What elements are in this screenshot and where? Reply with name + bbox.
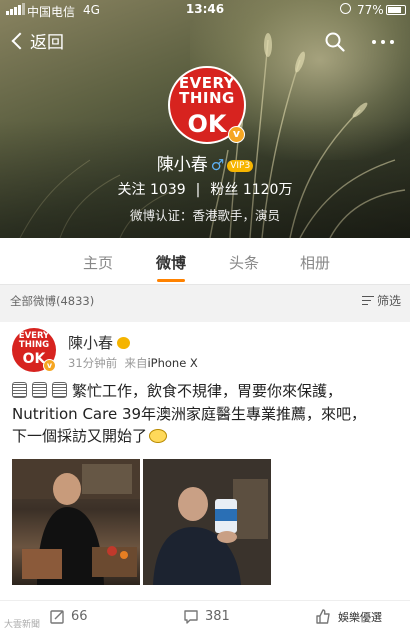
- post-count: 全部微博(4833): [10, 294, 95, 308]
- following-stat[interactable]: 关注 1039: [118, 182, 186, 198]
- watermark-left: 大雲新聞: [4, 620, 41, 630]
- avatar-text-thing: THING: [18, 340, 50, 350]
- tab-album[interactable]: 相册: [300, 252, 330, 273]
- repost-count: 66: [71, 609, 88, 624]
- profile-tabs: 主页 微博 头条 相册: [0, 238, 410, 284]
- vip-badge[interactable]: VIP3: [227, 160, 254, 172]
- microphone-emoji-icon: [52, 382, 67, 398]
- post-photo-1[interactable]: [12, 459, 140, 585]
- post-author-row: 陳小春: [68, 332, 131, 353]
- more-icon[interactable]: [372, 40, 394, 44]
- followers-count: 1120万: [242, 182, 293, 198]
- following-label: 关注: [117, 182, 146, 198]
- following-count: 1039: [150, 182, 186, 198]
- profile-name: 陳小春: [156, 155, 208, 175]
- photo-2-image: [143, 459, 271, 585]
- profile-name-row: 陳小春 ♂ VIP3: [0, 150, 410, 175]
- followers-label: 粉丝: [210, 182, 239, 198]
- back-button[interactable]: 返回: [8, 28, 64, 53]
- post-time: 31分钟前: [68, 356, 118, 370]
- chevron-left-icon: [11, 32, 29, 49]
- gender-icon: ♂: [210, 156, 225, 174]
- post-card: EVERY THING OK v 陳小春 31分钟前 来自iPhone X 繁忙…: [0, 322, 410, 632]
- back-label: 返回: [30, 33, 64, 53]
- tab-weibo[interactable]: 微博: [156, 252, 186, 273]
- verified-badge-icon: v: [228, 126, 245, 143]
- like-button[interactable]: [315, 609, 337, 624]
- certification-text: 微博认证：香港歌手，演员: [129, 208, 280, 223]
- filter-label: 筛选: [377, 294, 402, 308]
- post-actions: 大雲新聞 66 381 娛樂優選: [0, 600, 410, 632]
- battery-percent: 77%: [357, 3, 384, 17]
- thumbs-up-icon: [316, 609, 330, 624]
- tab-headlines[interactable]: 头条: [229, 252, 259, 273]
- filter-icon: [362, 295, 374, 306]
- post-text-line-3: 下一個採訪又開始了: [12, 427, 148, 445]
- post-text-line-2: Nutrition Care 39年澳洲家庭醫生專業推薦，來吧，: [12, 404, 367, 423]
- comment-icon: [184, 610, 198, 624]
- comment-count: 381: [205, 609, 230, 624]
- active-tab-indicator: [157, 279, 185, 282]
- battery-icon: [386, 5, 406, 15]
- verified-badge-icon: v: [43, 359, 56, 372]
- glasses-emoji-icon: [149, 429, 168, 443]
- followers-stat[interactable]: 粉丝 1120万: [210, 182, 292, 198]
- post-meta: 31分钟前 来自iPhone X: [68, 355, 198, 371]
- post-photo-2[interactable]: [143, 459, 271, 585]
- status-bar: 中国电信 4G 13:46 77%: [0, 0, 410, 20]
- stat-divider: |: [195, 182, 201, 198]
- alarm-icon: [340, 3, 351, 14]
- avatar-text-thing: THING: [179, 89, 235, 107]
- repost-icon: [50, 610, 64, 624]
- microphone-emoji-icon: [32, 382, 47, 398]
- post-source: iPhone X: [147, 356, 198, 370]
- vip-crown-icon: [117, 337, 131, 349]
- microphone-emoji-icon: [12, 382, 27, 398]
- post-text-line-1: 繁忙工作，飲食不規律，胃要你來保護，: [72, 382, 343, 400]
- watermark-right: 娛樂優選: [338, 611, 382, 624]
- post-source-prefix: 来自: [124, 356, 148, 370]
- photo-1-image: [12, 459, 140, 585]
- filter-bar: 全部微博(4833) 筛选: [0, 284, 410, 314]
- post-text: 繁忙工作，飲食不規律，胃要你來保護， Nutrition Care 39年澳洲家…: [12, 380, 404, 448]
- follow-stats: 关注 1039 | 粉丝 1120万: [0, 179, 410, 199]
- filter-button[interactable]: 筛选: [362, 292, 401, 309]
- tab-home[interactable]: 主页: [83, 252, 113, 273]
- search-icon[interactable]: [325, 32, 345, 52]
- repost-button[interactable]: 66: [50, 609, 88, 624]
- post-author-name[interactable]: 陳小春: [68, 334, 113, 352]
- profile-header-banner: 中国电信 4G 13:46 77% 返回 EVERY THING OK v 陳小…: [0, 0, 410, 238]
- comment-button[interactable]: 381: [183, 609, 230, 624]
